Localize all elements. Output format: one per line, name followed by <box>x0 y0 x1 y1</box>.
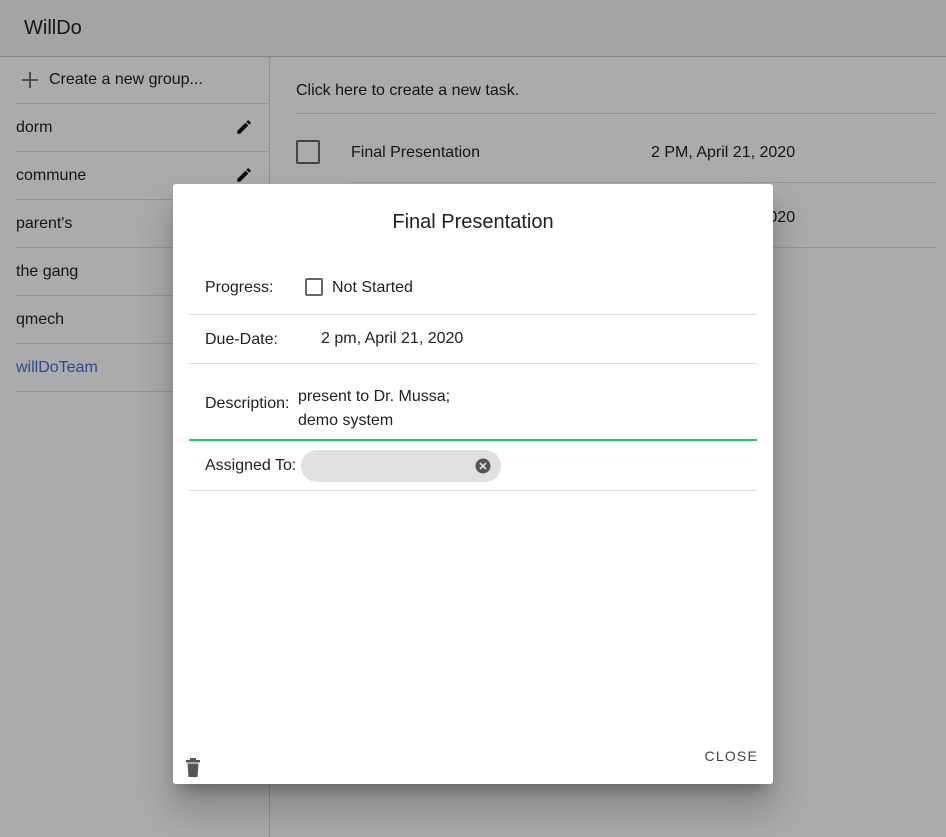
description-field: Description: present to Dr. Mussa; demo … <box>189 364 757 441</box>
due-date-field: Due-Date: 2 pm, April 21, 2020 <box>189 315 757 364</box>
due-date-value[interactable]: 2 pm, April 21, 2020 <box>321 330 463 348</box>
dialog-title: Final Presentation <box>392 211 554 233</box>
description-label: Description: <box>205 395 290 412</box>
assignee-chip[interactable] <box>301 450 501 482</box>
progress-checkbox[interactable] <box>305 278 323 296</box>
clear-icon[interactable] <box>474 457 492 475</box>
assigned-to-field: Assigned To: <box>189 441 757 491</box>
description-input[interactable]: present to Dr. Mussa; demo system <box>298 385 450 433</box>
description-line: present to Dr. Mussa; <box>298 388 451 405</box>
progress-label: Progress: <box>205 279 274 296</box>
description-line: demo system <box>298 412 394 429</box>
progress-status: Not Started <box>332 279 413 296</box>
due-date-label: Due-Date: <box>205 331 278 348</box>
trash-icon[interactable] <box>185 758 201 778</box>
task-dialog: Final Presentation Progress: Not Started… <box>173 184 773 784</box>
assigned-to-label: Assigned To: <box>205 457 297 474</box>
progress-field: Progress: Not Started <box>189 264 757 315</box>
close-button[interactable]: CLOSE <box>705 748 758 764</box>
